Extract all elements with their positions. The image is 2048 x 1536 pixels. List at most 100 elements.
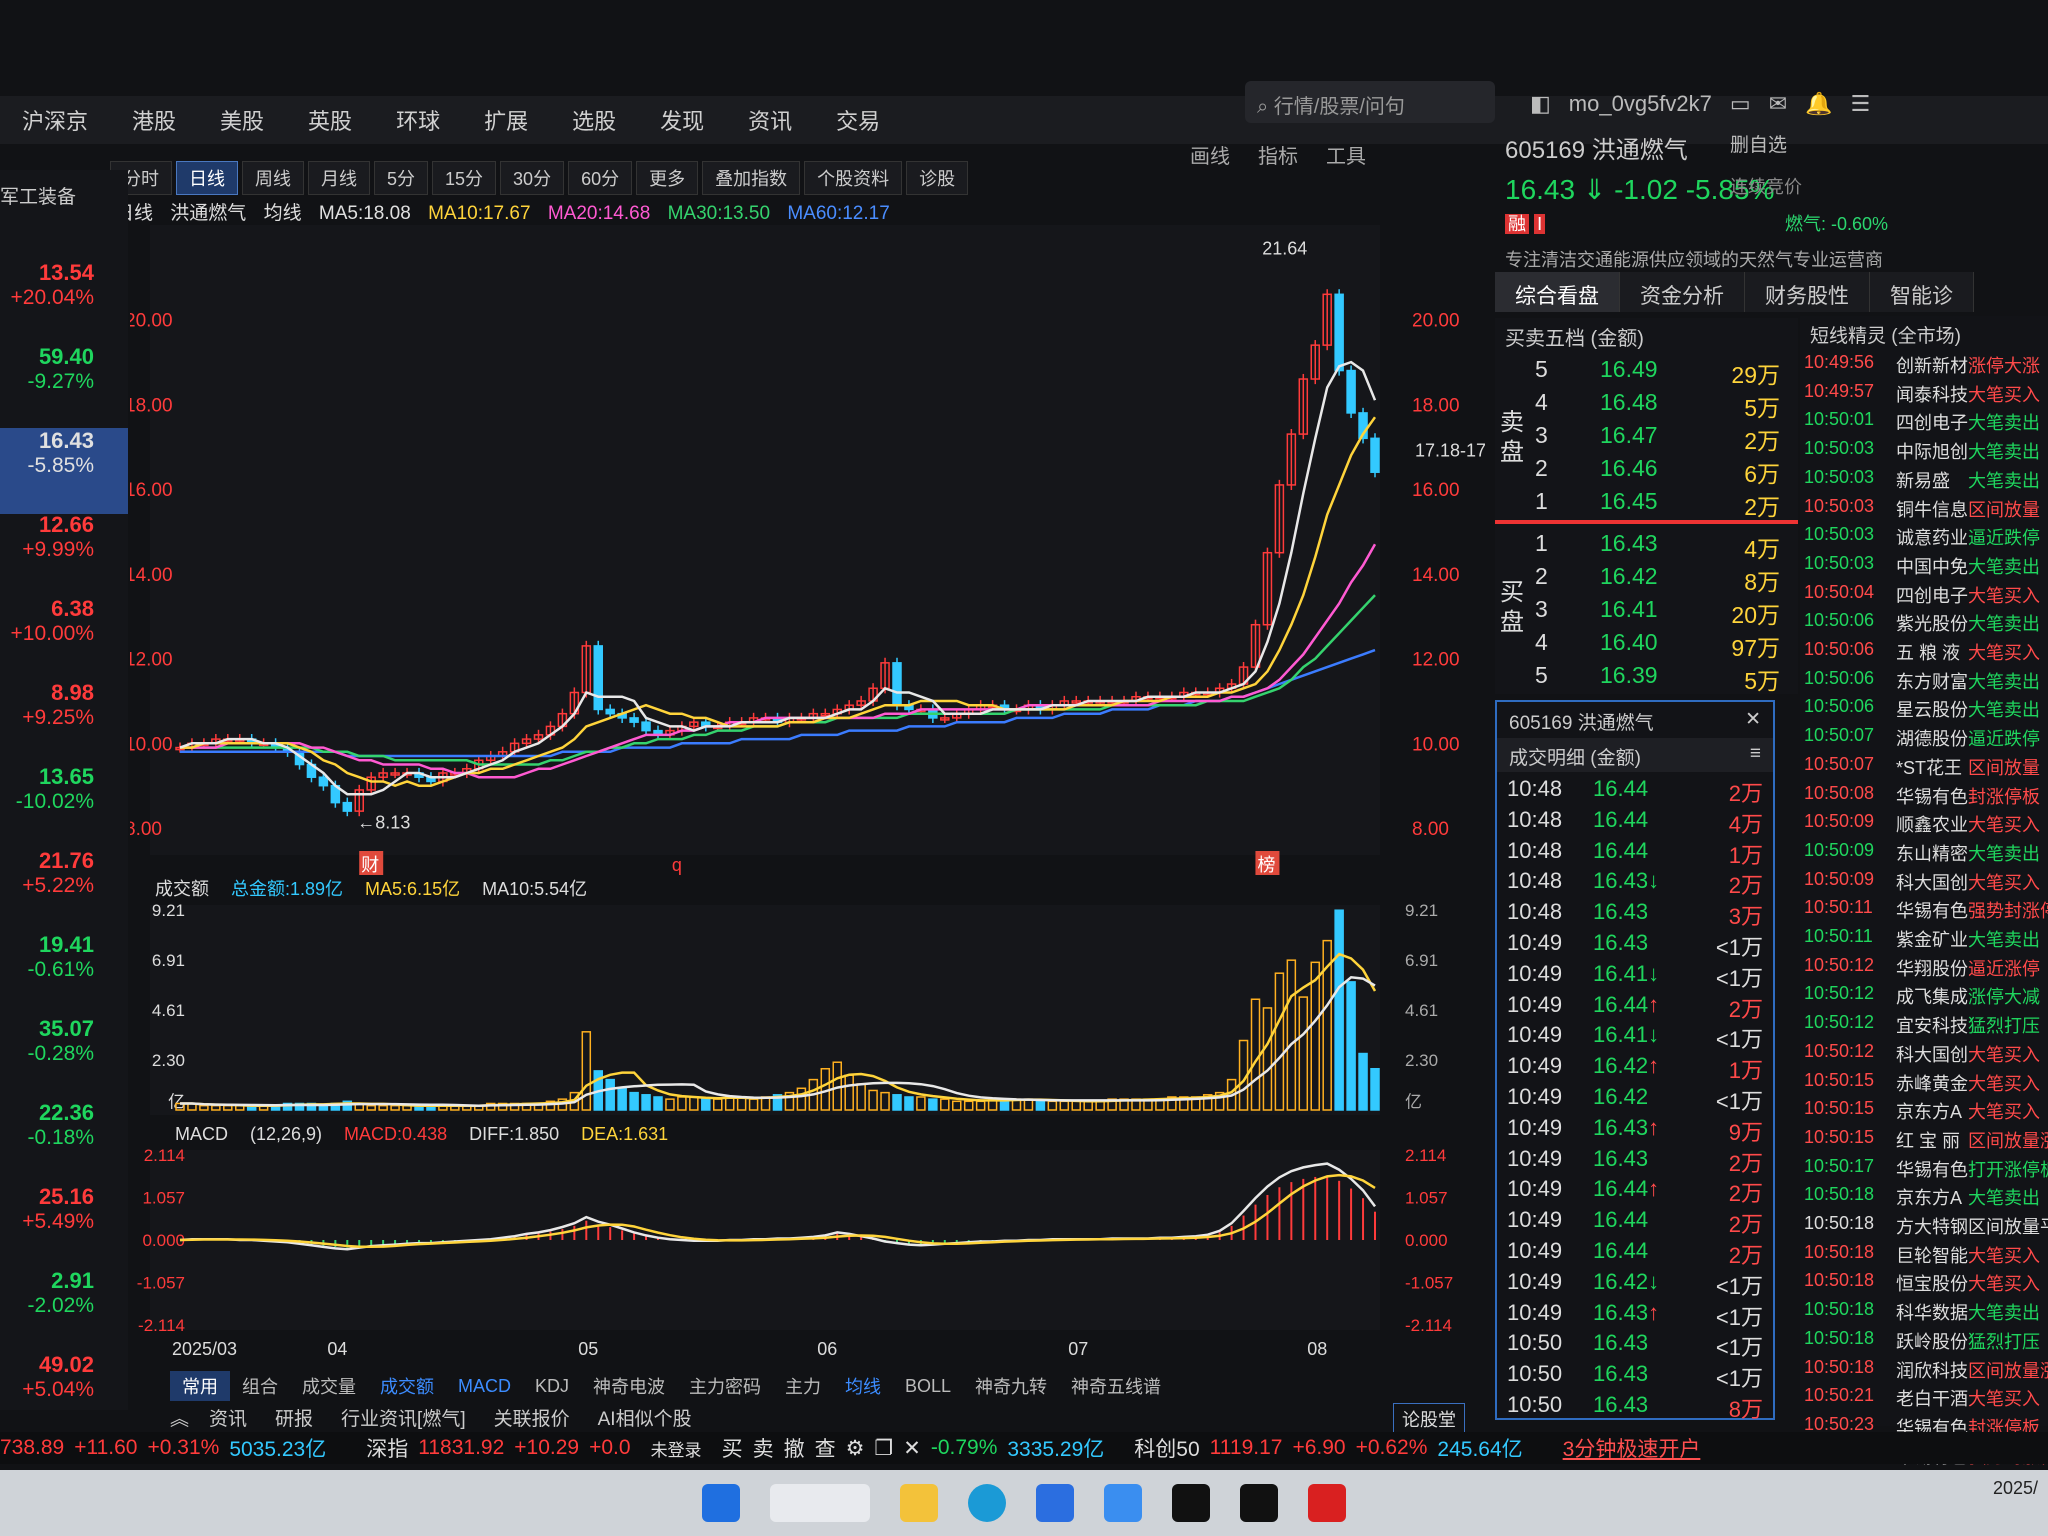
sprite-row[interactable]: 10:50:06 星云股份 大笔卖出 xyxy=(1800,696,2048,725)
side-tab[interactable]: 资金分析 xyxy=(1620,272,1745,312)
side-tab[interactable]: 智能诊 xyxy=(1870,272,1974,312)
watchlist-item[interactable]: 13.65 -10.02% xyxy=(0,764,128,850)
watchlist-item[interactable]: 8.98 +9.25% xyxy=(0,680,128,766)
side-tab[interactable]: 综合看盘 xyxy=(1495,272,1620,312)
nav-item[interactable]: 沪深京 xyxy=(0,104,110,136)
period-tab[interactable]: 个股资料 xyxy=(804,161,903,195)
sprite-row[interactable]: 10:50:12 科大国创 大笔买入 xyxy=(1800,1041,2048,1070)
sprite-row[interactable]: 10:50:07 湖德股份 逼近跌停 xyxy=(1800,725,2048,754)
nav-item[interactable]: 扩展 xyxy=(462,104,550,136)
indicator-tab[interactable]: MACD xyxy=(446,1374,523,1399)
kline-chart[interactable]: 20.00 20.00 18.00 18.00 16.00 16.00 14.00 14.00… xyxy=(130,215,1485,1380)
sell-level-row[interactable]: 4 16.48 5万 xyxy=(1495,389,1798,422)
info-tab[interactable]: AI相似个股 xyxy=(584,1404,706,1431)
nav-item[interactable]: 港股 xyxy=(110,104,198,136)
buy-button[interactable]: 买 xyxy=(722,1433,743,1463)
sprite-row[interactable]: 10:50:11 华锡有色强势封涨停 xyxy=(1800,897,2048,926)
buy-level-row[interactable]: 5 16.39 5万 xyxy=(1495,662,1798,695)
period-tab[interactable]: 叠加指数 xyxy=(702,161,801,195)
screen-icon[interactable]: ▭ xyxy=(1730,91,1751,117)
sprite-row[interactable]: 10:50:18 润欣科技区间放量涨 xyxy=(1800,1357,2048,1386)
sprite-row[interactable]: 10:50:03 中际旭创 大笔卖出 xyxy=(1800,438,2048,467)
tiktok-icon[interactable] xyxy=(1172,1484,1210,1522)
watchlist-item[interactable]: 12.66 +9.99% xyxy=(0,512,128,598)
sprite-row[interactable]: 10:50:07 *ST花王 区间放量 xyxy=(1800,754,2048,783)
buy-level-row[interactable]: 2 16.42 8万 xyxy=(1495,563,1798,596)
sprite-row[interactable]: 10:49:57 闻泰科技 大笔买入 xyxy=(1800,381,2048,410)
tool-button[interactable]: 指标 xyxy=(1258,146,1298,168)
sprite-row[interactable]: 10:50:18 跃岭股份 猛烈打压 xyxy=(1800,1328,2048,1357)
watchlist-item[interactable]: 19.41 -0.61% xyxy=(0,932,128,1018)
period-tab[interactable]: 15分 xyxy=(432,161,497,195)
period-tab[interactable]: 诊股 xyxy=(906,161,969,195)
watchlist-item[interactable]: 13.54 +20.04% xyxy=(0,260,128,346)
indicator-tab[interactable]: 神奇九转 xyxy=(963,1371,1059,1401)
nav-item[interactable]: 交易 xyxy=(814,104,902,136)
period-tab[interactable]: 5分 xyxy=(374,161,429,195)
sprite-row[interactable]: 10:50:01 四创电子 大笔卖出 xyxy=(1800,409,2048,438)
login-status[interactable]: 未登录 xyxy=(651,1436,702,1461)
watchlist-item[interactable]: 6.38 +10.00% xyxy=(0,596,128,682)
watchlist-item[interactable]: 16.43 -5.85% xyxy=(0,428,128,514)
sprite-row[interactable]: 10:50:15 赤峰黄金 大笔买入 xyxy=(1800,1070,2048,1099)
buy-level-row[interactable]: 3 16.41 20万 xyxy=(1495,596,1798,629)
nav-item[interactable]: 资讯 xyxy=(726,104,814,136)
side-tab[interactable]: 财务股性 xyxy=(1745,272,1870,312)
sell-level-row[interactable]: 5 16.49 29万 xyxy=(1495,356,1798,389)
collapse-icon[interactable]: ︽ xyxy=(170,1404,189,1431)
sprite-row[interactable]: 10:50:18 巨轮智能 大笔买入 xyxy=(1800,1242,2048,1271)
sprite-row[interactable]: 10:50:03 铜牛信息 区间放量 xyxy=(1800,496,2048,525)
sprite-row[interactable]: 10:50:03 诚意药业 逼近跌停 xyxy=(1800,524,2048,553)
file-explorer-icon[interactable] xyxy=(900,1484,938,1522)
sprite-row[interactable]: 10:50:17 华锡有色打开涨停板 xyxy=(1800,1156,2048,1185)
sprite-row[interactable]: 10:50:09 顺鑫农业 大笔买入 xyxy=(1800,811,2048,840)
sprite-row[interactable]: 10:50:12 宜安科技 猛烈打压 xyxy=(1800,1012,2048,1041)
sprite-row[interactable]: 10:50:03 新易盛 大笔卖出 xyxy=(1800,467,2048,496)
nav-item[interactable]: 选股 xyxy=(550,104,638,136)
gear-icon[interactable]: ⚙ xyxy=(846,1436,865,1461)
tool-button[interactable]: 画线 xyxy=(1190,146,1230,168)
watchlist-item[interactable]: 22.36 -0.18% xyxy=(0,1100,128,1186)
watchlist-item[interactable]: 49.02 +5.04% xyxy=(0,1352,128,1438)
indicator-tab[interactable]: KDJ xyxy=(523,1374,581,1399)
indicator-tab[interactable]: BOLL xyxy=(893,1374,963,1399)
sprite-row[interactable]: 10:50:04 四创电子 大笔买入 xyxy=(1800,582,2048,611)
buy-level-row[interactable]: 4 16.40 97万 xyxy=(1495,629,1798,662)
sprite-row[interactable]: 10:50:18 科华数据 大笔卖出 xyxy=(1800,1299,2048,1328)
info-tab[interactable]: 行业资讯[燃气] xyxy=(327,1404,480,1431)
windows-start-icon[interactable] xyxy=(702,1484,740,1522)
window-icon[interactable]: ❐ xyxy=(874,1436,893,1461)
query-button[interactable]: 查 xyxy=(815,1433,836,1463)
sprite-row[interactable]: 10:50:09 东山精密 大笔卖出 xyxy=(1800,840,2048,869)
app-icon[interactable] xyxy=(1104,1484,1142,1522)
sell-level-row[interactable]: 2 16.46 6万 xyxy=(1495,455,1798,488)
sprite-row[interactable]: 10:49:56 创新新材 涨停大涨 xyxy=(1800,352,2048,381)
period-tab[interactable]: 30分 xyxy=(500,161,565,195)
close-icon[interactable]: ✕ xyxy=(903,1436,921,1461)
period-tab[interactable]: 60分 xyxy=(568,161,633,195)
sprite-row[interactable]: 10:50:03 中国中免 大笔卖出 xyxy=(1800,553,2048,582)
nav-item[interactable]: 美股 xyxy=(198,104,286,136)
buy-level-row[interactable]: 1 16.43 4万 xyxy=(1495,530,1798,563)
watchlist-item[interactable]: 35.07 -0.28% xyxy=(0,1016,128,1102)
store-icon[interactable] xyxy=(1036,1484,1074,1522)
sprite-row[interactable]: 10:50:15 红 宝 丽区间放量涨 xyxy=(1800,1127,2048,1156)
sprite-row[interactable]: 10:50:06 东方财富 大笔卖出 xyxy=(1800,668,2048,697)
period-tab[interactable]: 日线 xyxy=(176,161,238,195)
info-tab[interactable]: 研报 xyxy=(261,1404,327,1431)
sprite-row[interactable]: 10:50:12 成飞集成 涨停大减 xyxy=(1800,983,2048,1012)
message-icon[interactable]: ✉ xyxy=(1769,91,1787,117)
sprite-row[interactable]: 10:50:11 紫金矿业 大笔卖出 xyxy=(1800,926,2048,955)
menu-icon[interactable]: ≡ xyxy=(1750,743,1761,767)
sell-button[interactable]: 卖 xyxy=(753,1433,774,1463)
nav-item[interactable]: 环球 xyxy=(374,104,462,136)
indicator-tab[interactable]: 主力 xyxy=(773,1371,833,1401)
sprite-row[interactable]: 10:50:12 华翔股份 逼近涨停 xyxy=(1800,955,2048,984)
indicator-tab[interactable]: 成交额 xyxy=(368,1371,446,1401)
indicator-tab[interactable]: 神奇电波 xyxy=(581,1371,677,1401)
sprite-row[interactable]: 10:50:18 方大特钢区间放量平 xyxy=(1800,1213,2048,1242)
search-box[interactable]: ⌕ 行情/股票/问句 xyxy=(1245,81,1495,123)
sprite-row[interactable]: 10:50:06 五 粮 液大笔买入 xyxy=(1800,639,2048,668)
bell-icon[interactable]: 🔔 xyxy=(1805,91,1832,117)
watchlist-item[interactable]: 25.16 +5.49% xyxy=(0,1184,128,1270)
